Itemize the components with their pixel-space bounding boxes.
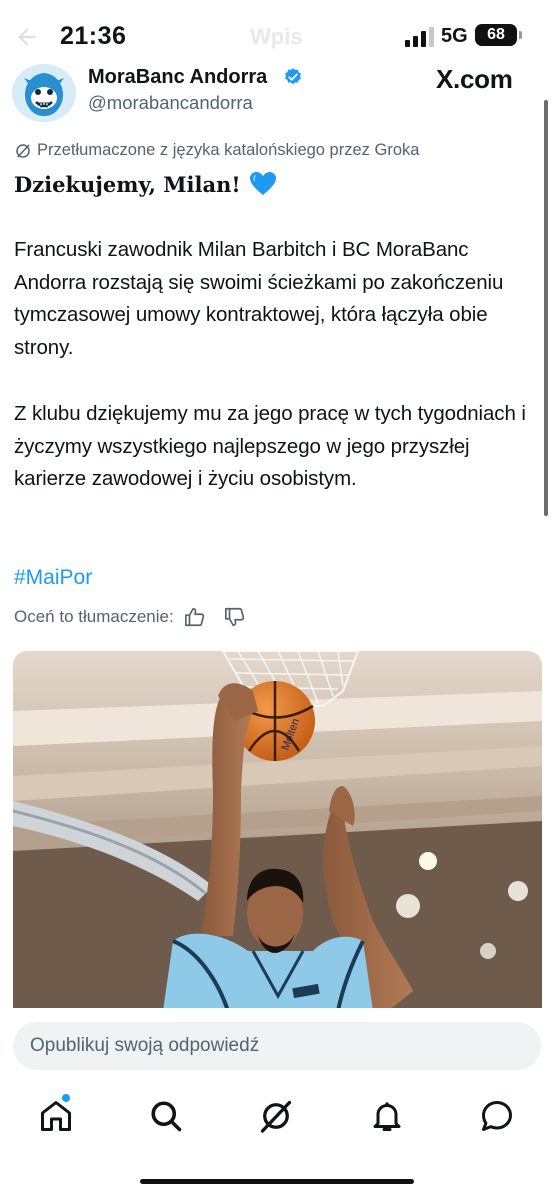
reply-input[interactable]: Opublikuj swoją odpowiedź bbox=[13, 1022, 541, 1070]
hashtag-link[interactable]: #MaiPor bbox=[14, 566, 92, 590]
blue-heart-icon bbox=[249, 172, 276, 195]
clock: 21:36 bbox=[60, 22, 127, 50]
thumbs-up-icon[interactable] bbox=[184, 606, 206, 628]
post-title: Dziekujemy, Milan! bbox=[14, 171, 277, 197]
post-photo[interactable]: Molten bbox=[13, 651, 542, 1011]
back-arrow-icon[interactable] bbox=[14, 24, 40, 50]
battery-tip bbox=[519, 31, 522, 39]
signal-icon bbox=[405, 27, 434, 47]
notifications-icon[interactable] bbox=[369, 1098, 405, 1134]
network-type: 5G bbox=[441, 25, 468, 47]
messages-icon[interactable] bbox=[479, 1098, 515, 1134]
avatar[interactable] bbox=[12, 64, 76, 122]
verified-icon bbox=[285, 68, 301, 85]
ghost-page-title: Wpis bbox=[250, 24, 303, 49]
translation-note-text: Przetłumaczone z języka katalońskiego pr… bbox=[37, 141, 420, 159]
grok-icon bbox=[16, 143, 30, 158]
home-icon[interactable] bbox=[38, 1098, 74, 1134]
battery-icon: 68 bbox=[475, 24, 517, 46]
x-com-watermark: X.com bbox=[436, 64, 513, 94]
account-handle[interactable]: @morabancandorra bbox=[88, 92, 253, 114]
post-title-text: Dziekujemy, Milan! bbox=[14, 171, 241, 197]
grok-tab-icon[interactable] bbox=[258, 1098, 294, 1134]
thumbs-down-icon[interactable] bbox=[224, 606, 246, 628]
rate-translation-row: Oceń to tłumaczenie: bbox=[14, 606, 246, 628]
search-icon[interactable] bbox=[148, 1098, 184, 1134]
rate-translation-label: Oceń to tłumaczenie: bbox=[14, 607, 174, 626]
status-bar: 21:36 Wpis 5G 68 bbox=[0, 0, 554, 70]
home-unread-dot bbox=[62, 1094, 70, 1102]
bottom-tab-bar bbox=[0, 1092, 554, 1152]
post-paragraph-2: Z klubu dziękujemy mu za jego pracę w ty… bbox=[14, 402, 526, 490]
home-indicator[interactable] bbox=[140, 1179, 414, 1184]
post-paragraph-1: Francuski zawodnik Milan Barbitch i BC M… bbox=[14, 238, 504, 359]
translation-note: Przetłumaczone z języka katalońskiego pr… bbox=[14, 141, 419, 160]
account-name[interactable]: MoraBanc Andorra bbox=[88, 66, 267, 89]
reply-bar: Opublikuj swoją odpowiedź bbox=[0, 1008, 554, 1092]
scrollbar[interactable] bbox=[544, 100, 548, 516]
